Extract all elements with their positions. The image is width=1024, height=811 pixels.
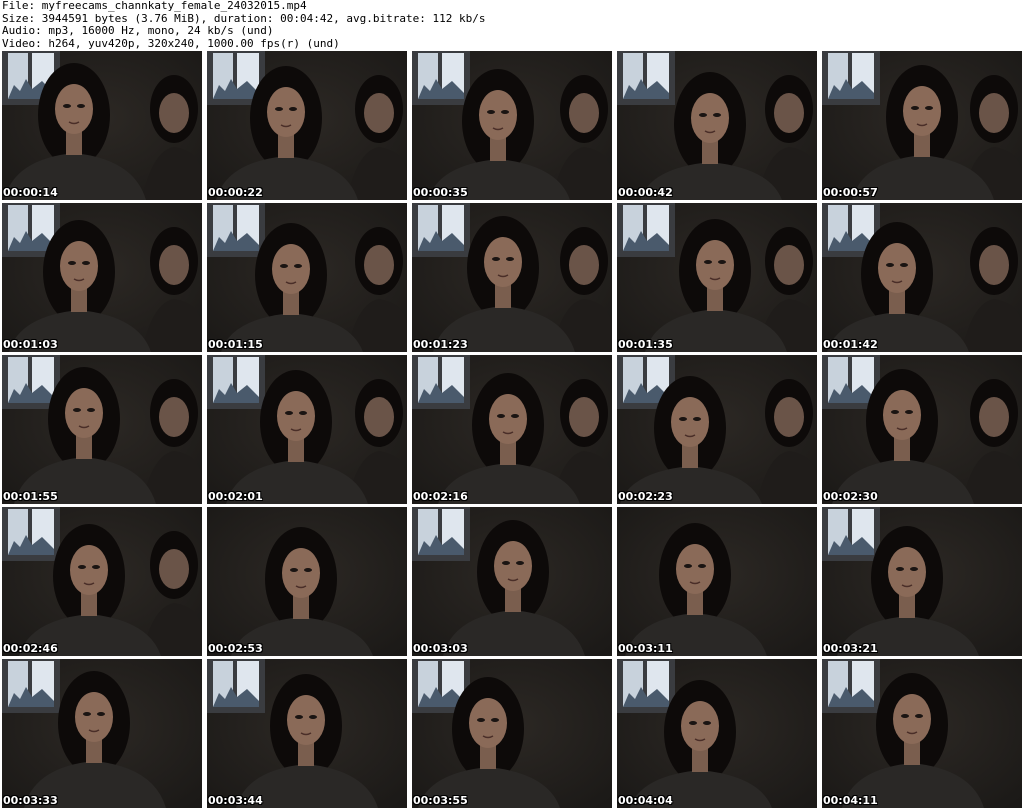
thumbnail-timestamp: 00:03:21: [823, 642, 878, 655]
video-thumbnail[interactable]: 00:00:14: [2, 51, 202, 200]
frame-image: [822, 507, 1022, 656]
video-thumbnail[interactable]: 00:00:22: [207, 51, 407, 200]
video-info-line: Video: h264, yuv420p, 320x240, 1000.00 f…: [2, 37, 340, 50]
thumbnail-timestamp: 00:03:55: [413, 794, 468, 807]
frame-image: [207, 507, 407, 656]
frame-image: [2, 51, 202, 200]
thumbnail-timestamp: 00:01:03: [3, 338, 58, 351]
video-thumbnail[interactable]: 00:00:35: [412, 51, 612, 200]
video-thumbnail[interactable]: 00:02:23: [617, 355, 817, 504]
thumbnail-timestamp: 00:00:35: [413, 186, 468, 199]
thumbnail-timestamp: 00:02:16: [413, 490, 468, 503]
video-thumbnail[interactable]: 00:04:11: [822, 659, 1022, 808]
thumbnail-timestamp: 00:04:11: [823, 794, 878, 807]
frame-image: [2, 659, 202, 808]
frame-image: [207, 51, 407, 200]
thumbnail-timestamp: 00:00:22: [208, 186, 263, 199]
video-thumbnail[interactable]: 00:03:44: [207, 659, 407, 808]
thumbnail-timestamp: 00:01:23: [413, 338, 468, 351]
video-thumbnail[interactable]: 00:01:03: [2, 203, 202, 352]
video-thumbnail[interactable]: 00:04:04: [617, 659, 817, 808]
thumbnail-timestamp: 00:02:53: [208, 642, 263, 655]
thumbnail-timestamp: 00:03:03: [413, 642, 468, 655]
file-size-line: Size: 3944591 bytes (3.76 MiB), duration…: [2, 12, 486, 25]
frame-image: [822, 355, 1022, 504]
frame-image: [412, 203, 612, 352]
frame-image: [412, 355, 612, 504]
video-thumbnail[interactable]: 00:03:33: [2, 659, 202, 808]
video-thumbnail[interactable]: 00:01:15: [207, 203, 407, 352]
video-thumbnail[interactable]: 00:01:42: [822, 203, 1022, 352]
video-thumbnail[interactable]: 00:02:30: [822, 355, 1022, 504]
frame-image: [412, 659, 612, 808]
thumbnail-grid: 00:00:14 00:00:22 00:00:35 00:00:42 00:00:57…: [2, 51, 1022, 811]
thumbnail-timestamp: 00:04:04: [618, 794, 673, 807]
video-thumbnail[interactable]: 00:02:46: [2, 507, 202, 656]
thumbnail-timestamp: 00:01:35: [618, 338, 673, 351]
video-thumbnail[interactable]: 00:02:53: [207, 507, 407, 656]
thumbnail-timestamp: 00:03:33: [3, 794, 58, 807]
video-thumbnail[interactable]: 00:03:03: [412, 507, 612, 656]
thumbnail-timestamp: 00:01:55: [3, 490, 58, 503]
thumbnail-timestamp: 00:02:46: [3, 642, 58, 655]
thumbnail-timestamp: 00:00:57: [823, 186, 878, 199]
video-thumbnail[interactable]: 00:02:01: [207, 355, 407, 504]
video-thumbnail[interactable]: 00:03:11: [617, 507, 817, 656]
frame-image: [617, 203, 817, 352]
thumbnail-timestamp: 00:03:44: [208, 794, 263, 807]
video-thumbnail[interactable]: 00:03:21: [822, 507, 1022, 656]
video-thumbnail[interactable]: 00:02:16: [412, 355, 612, 504]
video-thumbnail[interactable]: 00:00:42: [617, 51, 817, 200]
frame-image: [207, 203, 407, 352]
video-thumbnail[interactable]: 00:03:55: [412, 659, 612, 808]
frame-image: [617, 507, 817, 656]
frame-image: [412, 507, 612, 656]
video-thumbnail[interactable]: 00:01:23: [412, 203, 612, 352]
frame-image: [207, 355, 407, 504]
file-info-header: File: myfreecams_channkaty_female_240320…: [2, 0, 1022, 50]
frame-image: [2, 355, 202, 504]
thumbnail-timestamp: 00:02:30: [823, 490, 878, 503]
video-thumbnail[interactable]: 00:01:55: [2, 355, 202, 504]
thumbnail-timestamp: 00:00:42: [618, 186, 673, 199]
audio-info-line: Audio: mp3, 16000 Hz, mono, 24 kb/s (und…: [2, 25, 274, 37]
frame-image: [2, 507, 202, 656]
video-thumbnail[interactable]: 00:00:57: [822, 51, 1022, 200]
frame-image: [2, 203, 202, 352]
thumbnail-timestamp: 00:00:14: [3, 186, 58, 199]
frame-image: [617, 355, 817, 504]
thumbnail-timestamp: 00:01:42: [823, 338, 878, 351]
frame-image: [822, 51, 1022, 200]
thumbnail-timestamp: 00:02:01: [208, 490, 263, 503]
frame-image: [617, 659, 817, 808]
frame-image: [822, 203, 1022, 352]
file-name-line: File: myfreecams_channkaty_female_240320…: [2, 0, 307, 12]
frame-image: [617, 51, 817, 200]
thumbnail-timestamp: 00:03:11: [618, 642, 673, 655]
frame-image: [207, 659, 407, 808]
frame-image: [822, 659, 1022, 808]
thumbnail-timestamp: 00:02:23: [618, 490, 673, 503]
thumbnail-timestamp: 00:01:15: [208, 338, 263, 351]
video-thumbnail[interactable]: 00:01:35: [617, 203, 817, 352]
frame-image: [412, 51, 612, 200]
